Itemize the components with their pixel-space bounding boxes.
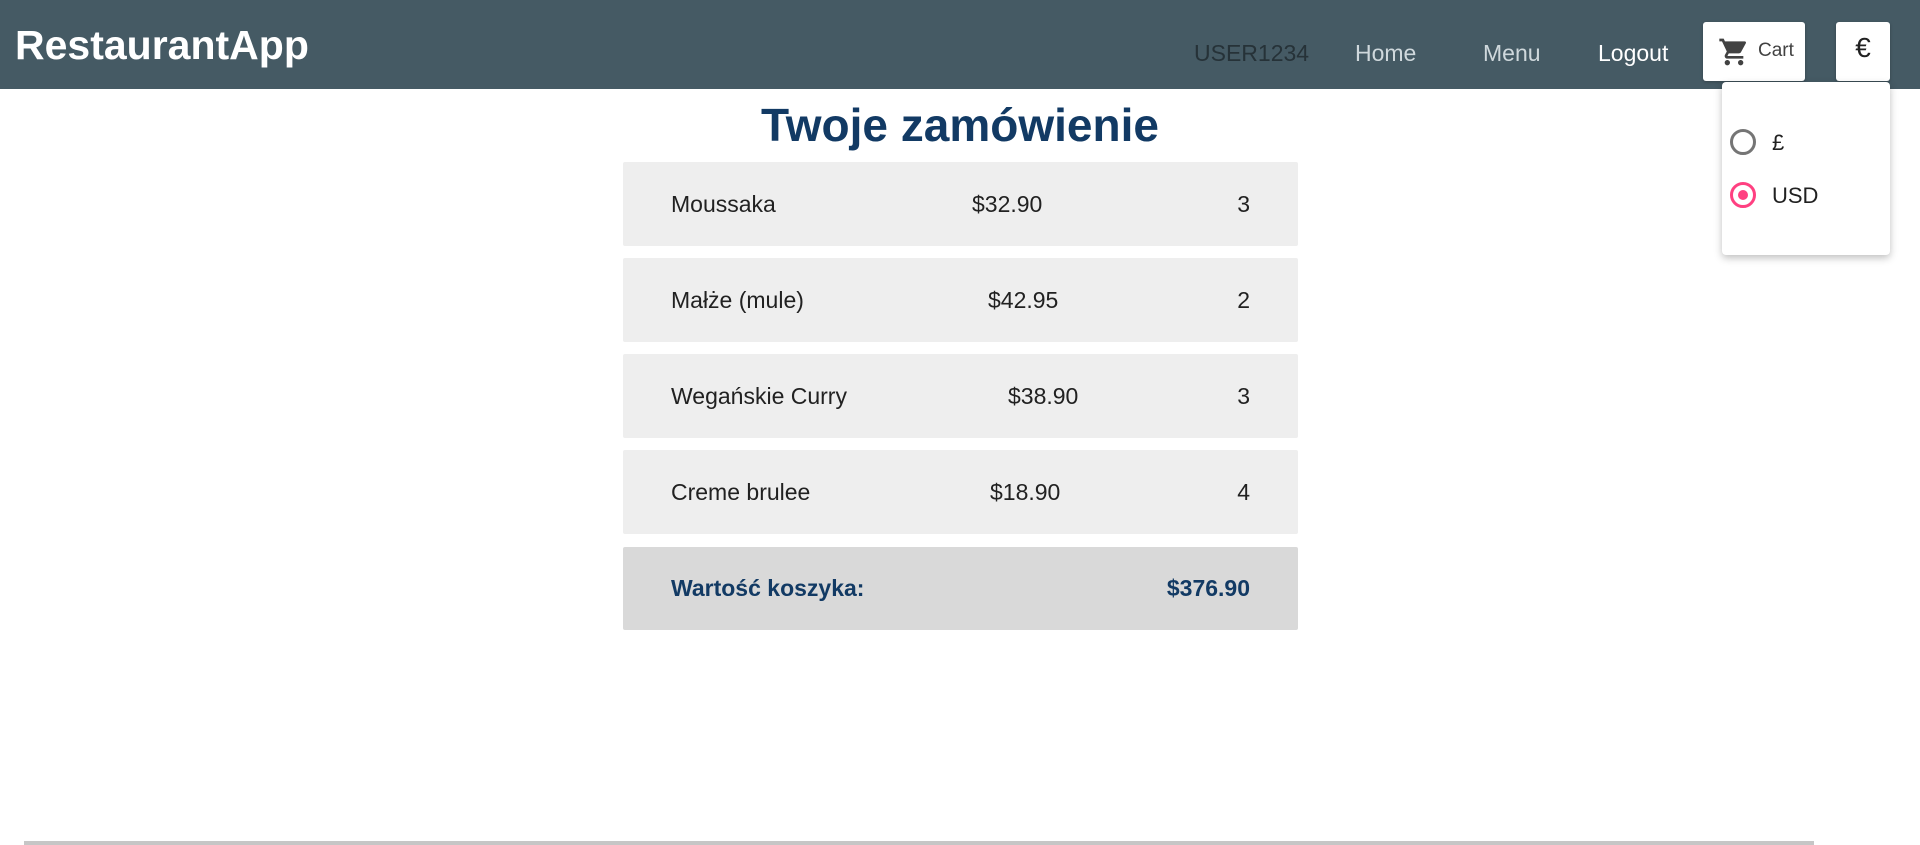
order-item-row: Małże (mule) $42.95 2: [623, 258, 1298, 342]
order-item-row: Moussaka $32.90 3: [623, 162, 1298, 246]
cart-total-label: Wartość koszyka:: [671, 575, 865, 601]
item-quantity: 2: [1237, 287, 1250, 313]
brand-logo[interactable]: RestaurantApp: [15, 22, 309, 69]
cart-label: Cart: [1758, 40, 1794, 61]
currency-button[interactable]: €: [1836, 22, 1890, 81]
item-name: Wegańskie Curry: [671, 383, 847, 409]
order-item-row: Wegańskie Curry $38.90 3: [623, 354, 1298, 438]
item-quantity: 4: [1237, 479, 1250, 505]
item-quantity: 3: [1237, 191, 1250, 217]
radio-checked-icon[interactable]: [1730, 182, 1756, 208]
item-name: Creme brulee: [671, 479, 811, 505]
item-price: $42.95: [988, 287, 1059, 313]
currency-option-label: USD: [1772, 183, 1819, 208]
order-item-row: Creme brulee $18.90 4: [623, 450, 1298, 534]
cart-total-row: Wartość koszyka: $376.90: [623, 547, 1298, 630]
item-quantity: 3: [1237, 383, 1250, 409]
username-label: USER1234: [1194, 40, 1310, 66]
item-price: $38.90: [1008, 383, 1079, 409]
top-navbar: RestaurantApp USER1234 Home Menu Logout …: [0, 0, 1920, 89]
item-price: $18.90: [990, 479, 1061, 505]
nav-home-link[interactable]: Home: [1355, 40, 1416, 67]
page-title: Twoje zamówienie: [761, 99, 1159, 151]
item-price: $32.90: [972, 191, 1043, 217]
nav-logout-link[interactable]: Logout: [1598, 40, 1668, 67]
cart-total-value: $376.90: [1166, 575, 1250, 601]
item-name: Moussaka: [671, 191, 776, 217]
nav-menu-link[interactable]: Menu: [1483, 40, 1541, 67]
cart-button[interactable]: Cart: [1703, 22, 1805, 81]
item-name: Małże (mule): [671, 287, 804, 313]
cart-icon: [1719, 38, 1747, 66]
euro-icon: €: [1855, 32, 1871, 63]
horizontal-scrollbar[interactable]: [24, 841, 1814, 845]
